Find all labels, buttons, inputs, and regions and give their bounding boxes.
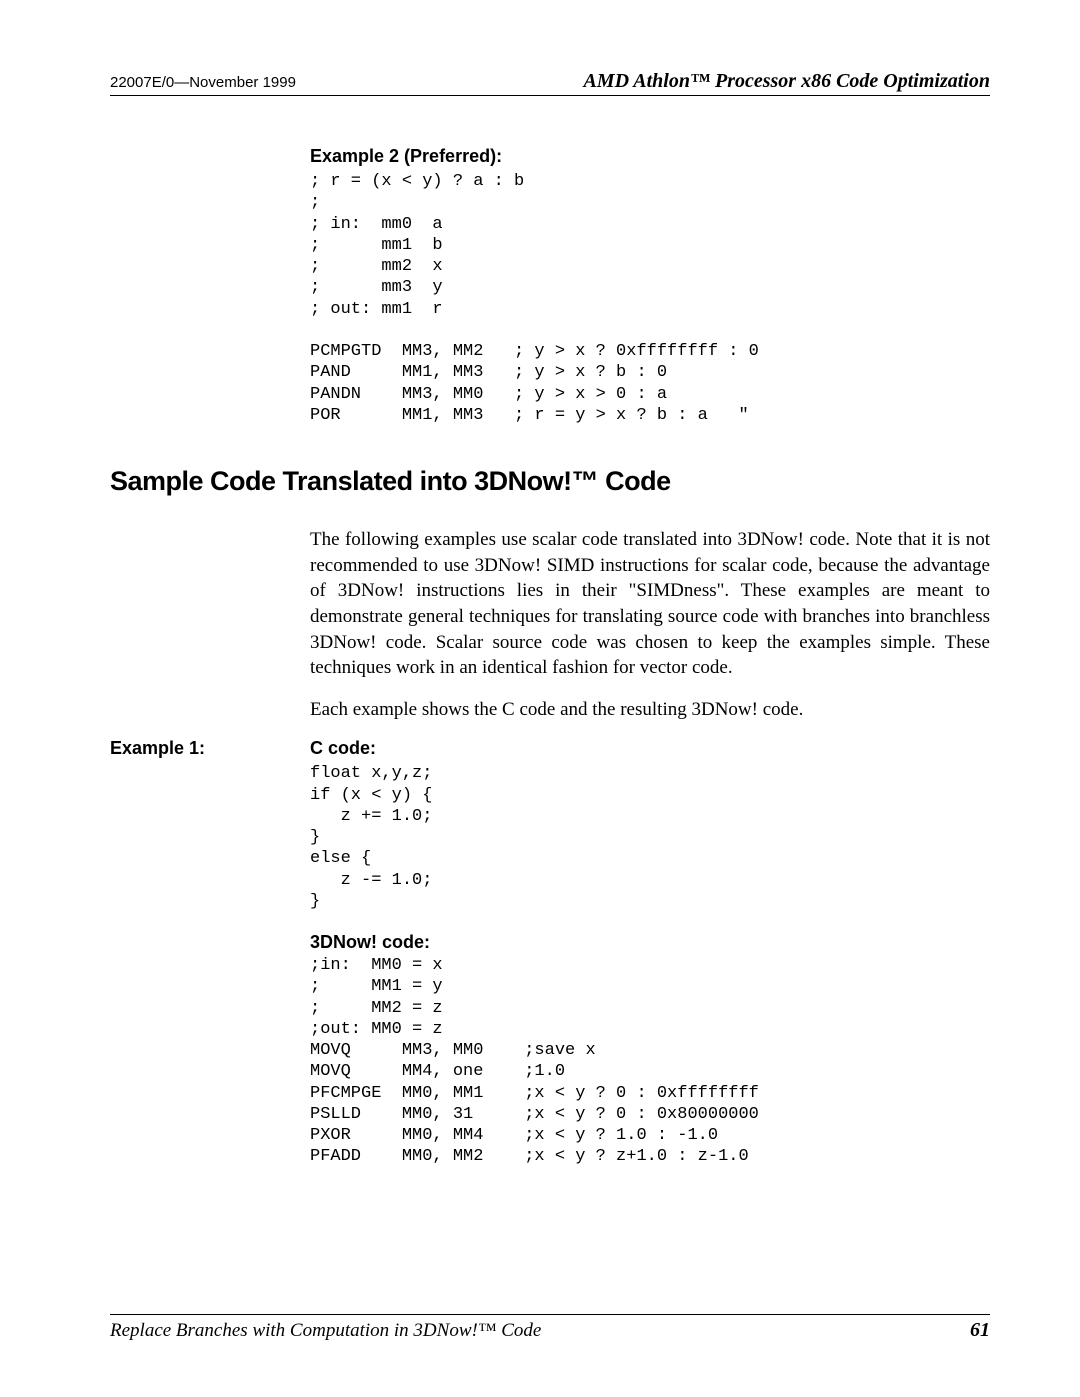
c-code-heading: C code: <box>310 738 990 759</box>
footer-title: Replace Branches with Computation in 3DN… <box>110 1320 541 1342</box>
page-header: 22007E/0—November 1999 AMD Athlon™ Proce… <box>110 70 990 96</box>
page-footer: Replace Branches with Computation in 3DN… <box>110 1314 990 1342</box>
example2-code: ; r = (x < y) ? a : b ; ; in: mm0 a ; mm… <box>310 171 990 426</box>
example2-heading: Example 2 (Preferred): <box>310 146 990 167</box>
c-code-block: float x,y,z; if (x < y) { z += 1.0; } el… <box>310 763 990 912</box>
example1-label: Example 1: <box>110 738 310 759</box>
section-heading: Sample Code Translated into 3DNow!™ Code <box>110 466 990 497</box>
doc-id: 22007E/0—November 1999 <box>110 74 296 91</box>
footer-page-number: 61 <box>970 1319 990 1342</box>
section-para1: The following examples use scalar code t… <box>310 527 990 681</box>
section-para2: Each example shows the C code and the re… <box>310 697 990 723</box>
3dnow-code-block: ;in: MM0 = x ; MM1 = y ; MM2 = z ;out: M… <box>310 955 990 1168</box>
doc-title: AMD Athlon™ Processor x86 Code Optimizat… <box>583 70 990 93</box>
3dnow-code-heading: 3DNow! code: <box>310 932 990 953</box>
